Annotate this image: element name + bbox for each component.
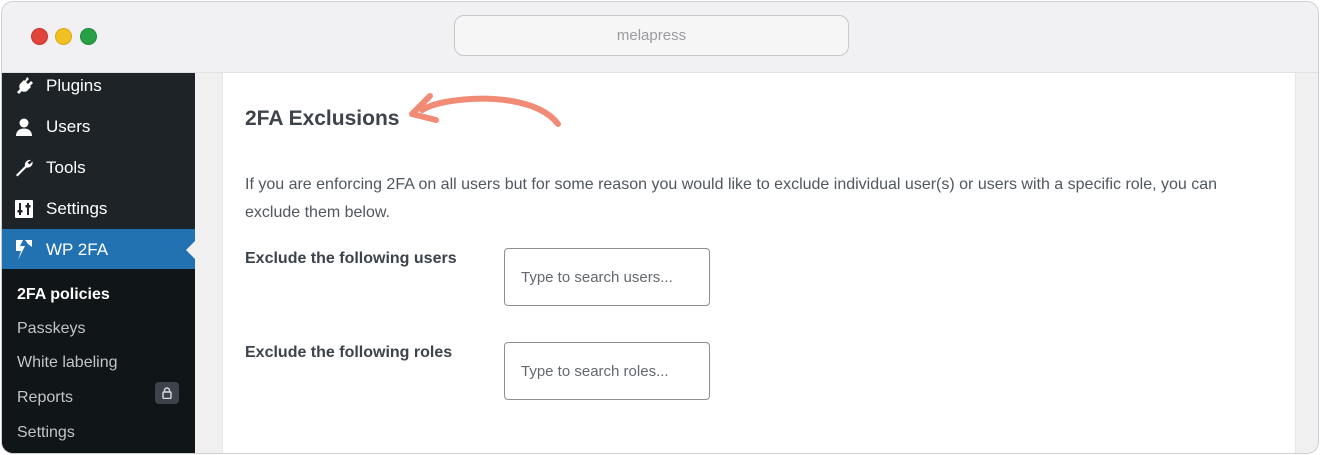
sidebar-item-users[interactable]: Users [2, 106, 195, 147]
sidebar-item-label: WP 2FA [46, 239, 109, 259]
address-bar[interactable]: melapress [454, 15, 849, 56]
page-title: 2FA Exclusions [245, 107, 400, 130]
submenu-item-white-labeling[interactable]: White labeling [17, 354, 118, 372]
annotation-arrow-icon [409, 93, 561, 127]
submenu-item-settings[interactable]: Settings [17, 424, 75, 442]
wp2fa-logo-icon [2, 239, 46, 261]
sidebar-item-label: Tools [46, 157, 86, 177]
submenu-item-passkeys[interactable]: Passkeys [17, 320, 85, 338]
settings-sliders-icon [2, 199, 46, 219]
sidebar-item-wp-2fa[interactable]: WP 2FA [2, 229, 195, 270]
sidebar-item-tools[interactable]: Tools [2, 147, 195, 188]
title-bar: melapress [2, 2, 1318, 73]
plugin-icon [2, 76, 46, 96]
submenu-item-2fa-policies[interactable]: 2FA policies [17, 286, 110, 304]
wrench-icon [2, 158, 46, 178]
exclude-users-search-input[interactable] [504, 248, 710, 306]
sidebar-item-settings[interactable]: Settings [2, 188, 195, 229]
users-icon [2, 117, 46, 137]
maximize-window-button[interactable] [80, 28, 97, 45]
exclude-roles-label: Exclude the following roles [245, 344, 453, 361]
exclusions-description: If you are enforcing 2FA on all users bu… [245, 176, 1218, 221]
wp-2fa-submenu: 2FA policies Passkeys White labeling Rep… [2, 269, 195, 453]
sidebar-item-label: Users [46, 116, 91, 136]
lock-icon [155, 382, 179, 404]
exclude-roles-search-input[interactable] [504, 342, 710, 400]
exclude-users-label: Exclude the following users [245, 250, 457, 267]
minimize-window-button[interactable] [55, 28, 72, 45]
submenu-item-reports[interactable]: Reports [17, 389, 73, 407]
sidebar-item-label: Settings [46, 198, 108, 218]
sidebar-item-label: Plugins [46, 75, 102, 95]
close-window-button[interactable] [31, 28, 48, 45]
sidebar-item-plugins[interactable]: Plugins [2, 65, 195, 106]
